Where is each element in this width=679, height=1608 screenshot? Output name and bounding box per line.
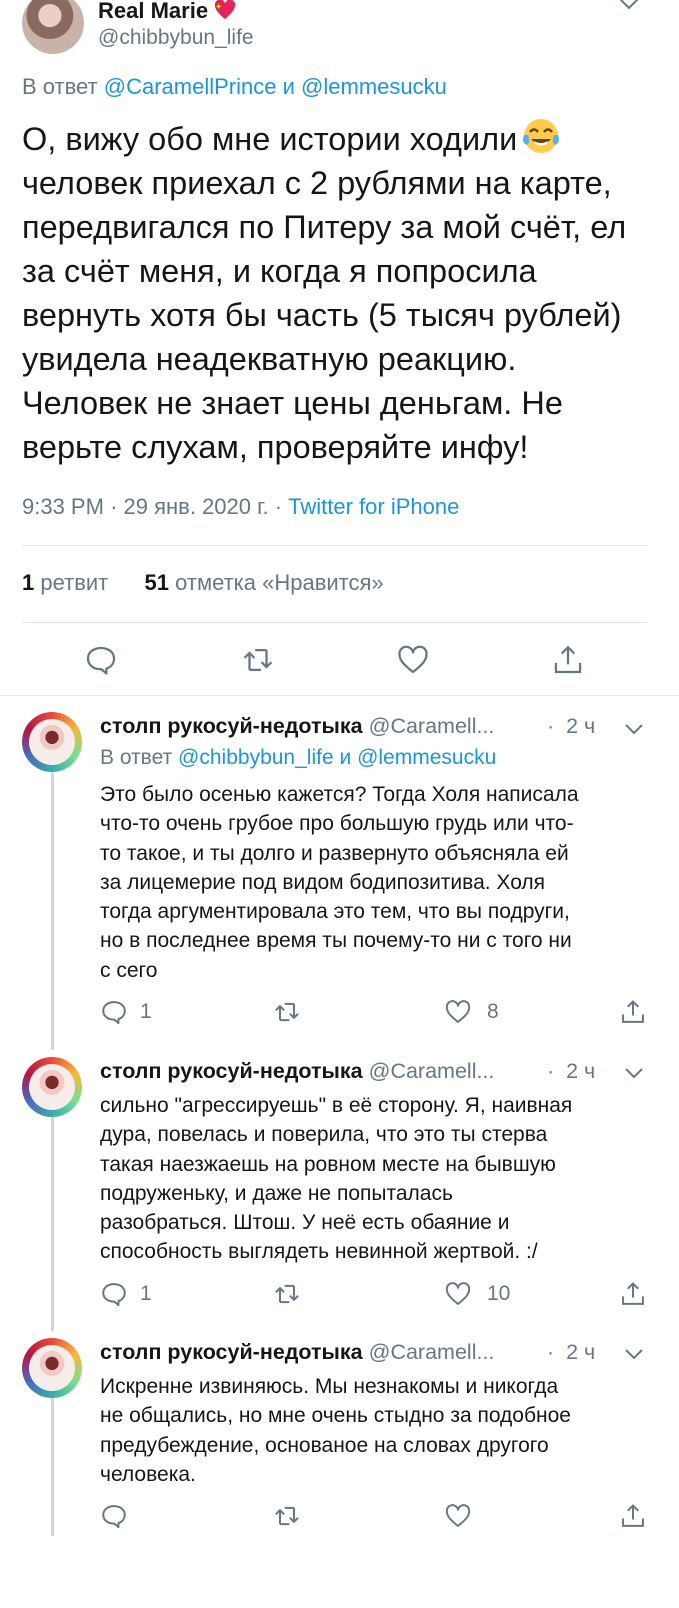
chevron-down-icon[interactable] <box>624 1347 644 1361</box>
sparkling-heart-icon <box>215 0 236 20</box>
reply-icon[interactable] <box>100 1280 128 1308</box>
divider <box>0 695 679 696</box>
reply-icon[interactable] <box>84 643 118 677</box>
like-count: 10 <box>487 1282 511 1305</box>
reply-time[interactable]: · 2 ч <box>547 714 595 739</box>
like-count: 8 <box>487 1000 499 1023</box>
reply-avatar[interactable] <box>22 1338 82 1398</box>
reply-author-handle[interactable]: @Caramell... <box>369 1059 495 1083</box>
thread-line <box>51 772 54 1050</box>
like-icon[interactable] <box>396 643 430 677</box>
reply-text: сильно "агрессируешь" в её сторону. Я, н… <box>100 1094 573 1264</box>
retweets-stat[interactable]: 1 ретвит <box>22 570 108 595</box>
reply-author[interactable]: столп рукосуй-недотыка @Caramell... <box>100 1059 494 1084</box>
chevron-down-icon[interactable] <box>618 0 640 12</box>
tweet-text: О, вижу обо мне истории ходили человек п… <box>22 116 662 469</box>
reply-and: и <box>282 74 295 99</box>
reply-author-name[interactable]: столп рукосуй-недотыка <box>100 1059 363 1083</box>
retweet-icon[interactable] <box>273 1502 301 1530</box>
reply-count: 1 <box>140 1000 152 1023</box>
likes-stat[interactable]: 51 отметка «Нравится» <box>145 570 384 595</box>
author-name[interactable]: Real Marie <box>98 0 236 24</box>
tears-of-joy-emoji-icon <box>523 119 560 153</box>
thread-line <box>51 1117 54 1331</box>
divider <box>22 622 648 623</box>
reply-text: Искренне извиняюсь. Мы незнакомы и никог… <box>100 1375 571 1486</box>
reply-text: Это было осенью кажется? Тогда Холя напи… <box>100 783 579 982</box>
reply-count: 1 <box>140 1282 152 1305</box>
divider <box>22 545 648 546</box>
tweet-source[interactable]: Twitter for iPhone <box>288 494 459 519</box>
thread-line <box>51 1398 54 1536</box>
reply-author-name[interactable]: столп рукосуй-недотыка <box>100 714 363 738</box>
reply-icon[interactable] <box>100 998 128 1026</box>
like-icon[interactable] <box>444 1280 472 1308</box>
tweet-text-first-line: О, вижу обо мне истории ходили <box>22 121 518 157</box>
share-icon[interactable] <box>619 1502 647 1530</box>
reply-mention-user1[interactable]: @chibbybun_life <box>178 746 334 769</box>
reply-time[interactable]: · 2 ч <box>547 1340 595 1365</box>
reply-prefix: В ответ <box>22 74 98 99</box>
chevron-down-icon[interactable] <box>624 722 644 736</box>
reply-context: В ответ @CaramellPrince и @lemmesucku <box>22 74 447 100</box>
chevron-down-icon[interactable] <box>624 1066 644 1080</box>
tweet-stats: 1 ретвит 51 отметка «Нравится» <box>22 570 384 596</box>
reply-mention-user1[interactable]: @CaramellPrince <box>104 74 277 99</box>
reply-mention-user2[interactable]: @lemmesucku <box>301 74 447 99</box>
retweet-icon[interactable] <box>273 998 301 1026</box>
tweet-time[interactable]: 9:33 PM <box>22 494 104 519</box>
reply-avatar[interactable] <box>22 712 82 772</box>
reply-author[interactable]: столп рукосуй-недотыка @Caramell... <box>100 1340 494 1365</box>
retweet-icon[interactable] <box>273 1280 301 1308</box>
reply-context: В ответ @chibbybun_life и @lemmesucku <box>100 746 497 769</box>
share-icon[interactable] <box>551 643 585 677</box>
share-icon[interactable] <box>619 1280 647 1308</box>
tweet-meta: 9:33 PM · 29 янв. 2020 г. · Twitter for … <box>22 494 460 519</box>
reply-author[interactable]: столп рукосуй-недотыка @Caramell... <box>100 714 494 739</box>
tweet-date[interactable]: 29 янв. 2020 г. <box>124 494 269 519</box>
author-handle[interactable]: @chibbybun_life <box>98 26 254 50</box>
reply-time[interactable]: · 2 ч <box>547 1059 595 1084</box>
reply-icon[interactable] <box>100 1502 128 1530</box>
like-icon[interactable] <box>444 998 472 1026</box>
author-avatar[interactable] <box>22 0 84 54</box>
reply-mention-user2[interactable]: @lemmesucku <box>357 746 496 769</box>
reply-author-name[interactable]: столп рукосуй-недотыка <box>100 1340 363 1364</box>
retweet-icon[interactable] <box>241 643 275 677</box>
tweet-text-body: человек приехал с 2 рублями на карте, пе… <box>22 165 627 465</box>
like-icon[interactable] <box>444 1502 472 1530</box>
reply-author-handle[interactable]: @Caramell... <box>369 1340 495 1364</box>
reply-avatar[interactable] <box>22 1057 82 1117</box>
share-icon[interactable] <box>619 998 647 1026</box>
reply-author-handle[interactable]: @Caramell... <box>369 714 495 738</box>
